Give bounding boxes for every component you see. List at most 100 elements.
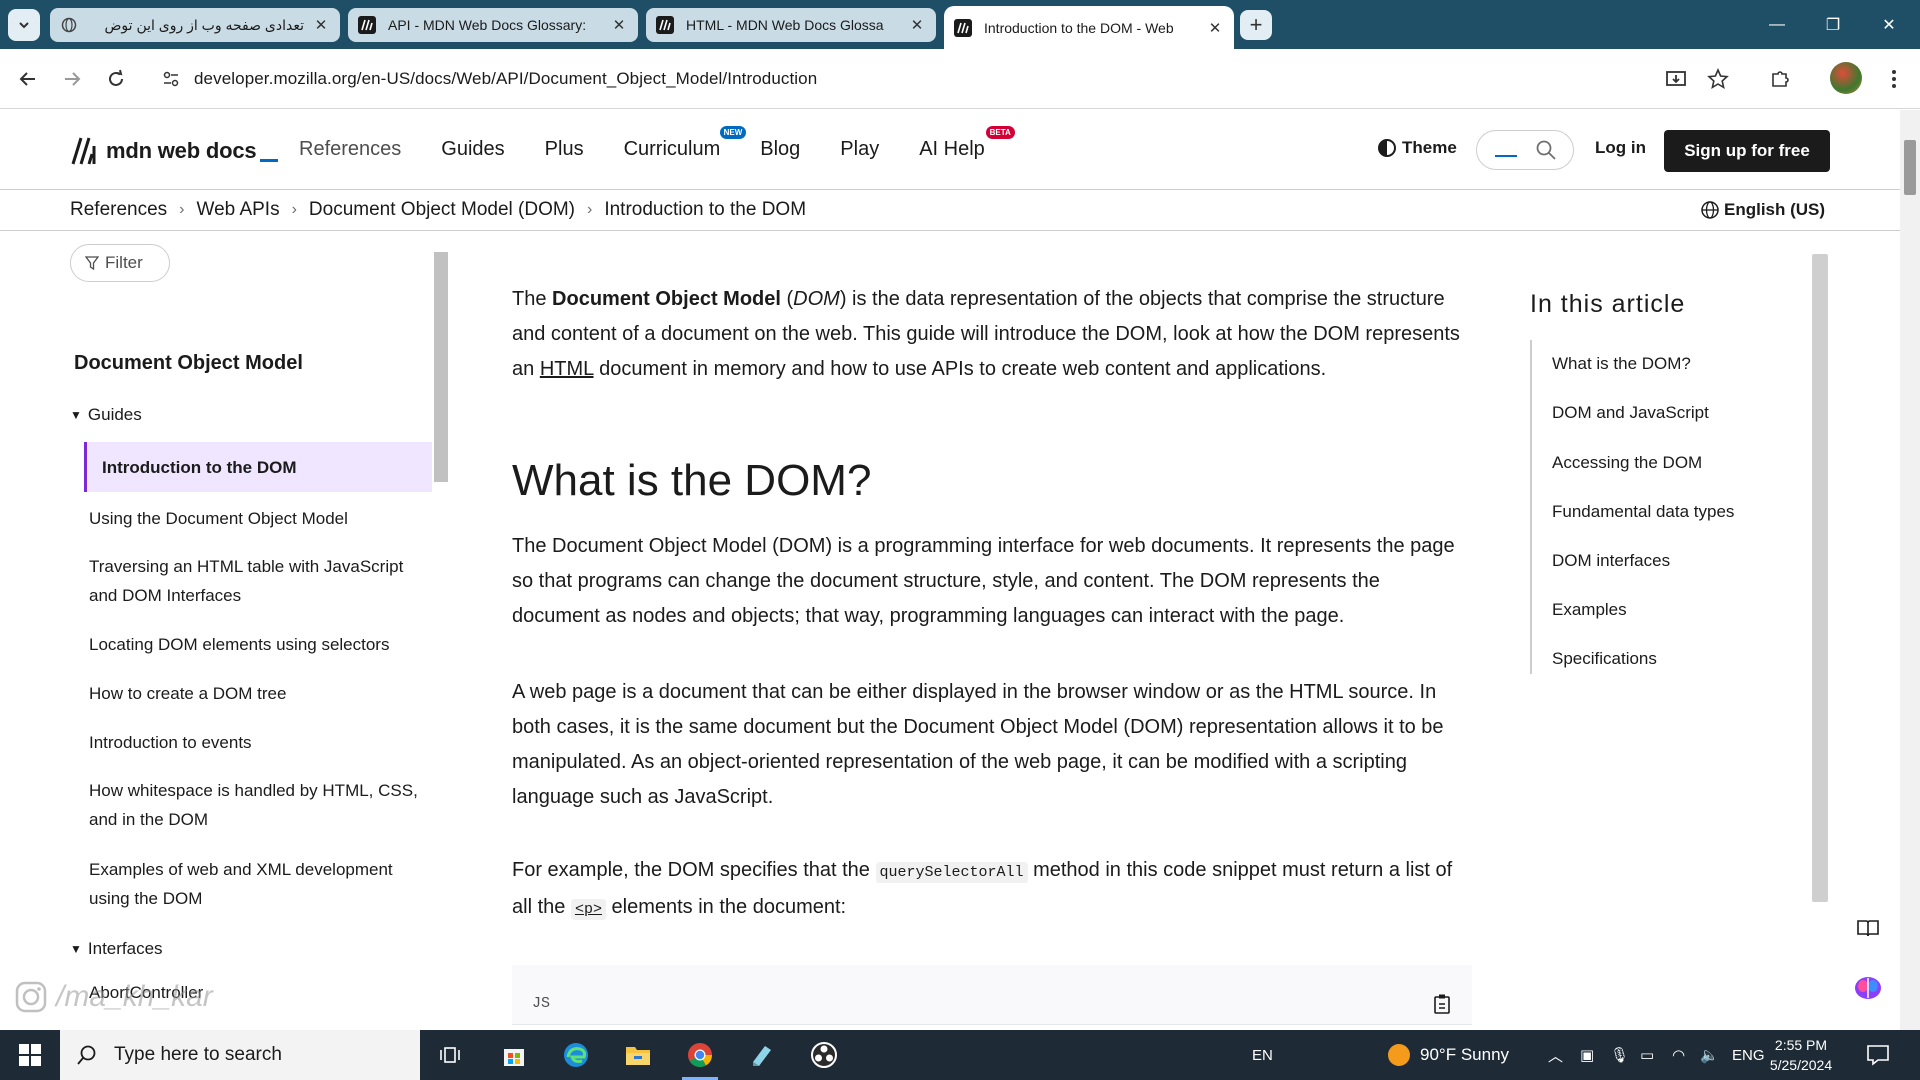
restore-button[interactable]: ❐ <box>1806 0 1860 49</box>
site-search-input[interactable] <box>1476 130 1574 170</box>
tab-search-button[interactable] <box>8 9 40 41</box>
nav-curriculum[interactable]: Curriculum NEW <box>624 126 747 161</box>
mdn-logo-icon <box>71 137 96 165</box>
toc-item[interactable]: DOM interfaces <box>1552 551 1670 571</box>
close-tab-icon[interactable]: ✕ <box>908 16 926 34</box>
sidebar-scroll-thumb[interactable] <box>434 252 448 482</box>
copy-icon[interactable] <box>1432 993 1452 1020</box>
site-info-icon[interactable] <box>158 66 184 92</box>
breadcrumb-item[interactable]: References <box>70 199 167 221</box>
taskbar-chrome[interactable] <box>674 1035 726 1080</box>
taskbar-store[interactable] <box>488 1035 540 1075</box>
browser-menu-button[interactable] <box>1878 63 1910 95</box>
toc-item[interactable]: What is the DOM? <box>1552 354 1691 374</box>
login-link[interactable]: Log in <box>1595 138 1646 158</box>
nav-guides[interactable]: Guides <box>441 138 504 161</box>
address-bar[interactable]: developer.mozilla.org/en-US/docs/Web/API… <box>150 60 1540 98</box>
globe-icon <box>1701 201 1719 219</box>
ai-assistant-button[interactable] <box>1848 968 1888 1008</box>
browser-tab-2[interactable]: API - MDN Web Docs Glossary: ✕ <box>348 8 638 42</box>
nav-play[interactable]: Play <box>840 138 879 161</box>
breadcrumb-item[interactable]: Document Object Model (DOM) <box>309 199 575 221</box>
browser-tab-3[interactable]: HTML - MDN Web Docs Glossa ✕ <box>646 8 936 42</box>
sidebar-item-locating-elements[interactable]: Locating DOM elements using selectors <box>89 630 429 659</box>
taskbar-notes-app[interactable] <box>736 1035 788 1075</box>
html-link[interactable]: HTML <box>540 358 594 380</box>
signup-button[interactable]: Sign up for free <box>1664 130 1830 172</box>
taskbar-obs[interactable] <box>798 1035 850 1075</box>
reload-icon <box>109 69 123 86</box>
profile-avatar[interactable] <box>1830 62 1862 94</box>
sidebar-section-guides[interactable]: ▼ Guides <box>70 405 142 425</box>
code-queryselectorall[interactable]: querySelectorAll <box>875 862 1028 883</box>
language-selector[interactable]: English (US) <box>1700 200 1825 220</box>
nav-blog[interactable]: Blog <box>760 138 800 161</box>
minimize-button[interactable]: — <box>1750 0 1804 49</box>
reload-button[interactable] <box>100 63 132 95</box>
close-tab-icon[interactable]: ✕ <box>610 16 628 34</box>
install-app-button[interactable] <box>1660 63 1692 95</box>
task-view-button[interactable] <box>424 1035 476 1075</box>
brain-icon <box>1855 977 1881 999</box>
taskbar-search[interactable]: Type here to search <box>60 1030 420 1080</box>
new-tab-button[interactable]: + <box>1240 10 1272 40</box>
nav-plus[interactable]: Plus <box>545 138 584 161</box>
sidebar-section-interfaces[interactable]: ▼ Interfaces <box>70 939 163 959</box>
tray-battery[interactable]: ▭ <box>1640 1030 1654 1080</box>
tray-volume[interactable]: 🔈 <box>1700 1030 1719 1080</box>
reader-mode-button[interactable] <box>1848 908 1888 948</box>
tray-network[interactable]: ◠ <box>1672 1030 1685 1080</box>
browser-tab-1[interactable]: تعدادی صفحه وب از روی این توض ✕ <box>50 8 340 42</box>
bookmark-button[interactable] <box>1702 63 1734 95</box>
arrow-left-icon <box>19 72 35 86</box>
sidebar-item-create-dom-tree[interactable]: How to create a DOM tree <box>89 679 429 708</box>
tray-microphone[interactable]: 🎙 <box>1610 1030 1629 1080</box>
forward-button[interactable] <box>56 63 88 95</box>
theme-button[interactable]: Theme <box>1378 138 1457 158</box>
close-window-button[interactable]: ✕ <box>1862 0 1916 49</box>
weather-widget[interactable]: 90°F Sunny <box>1388 1030 1509 1080</box>
sidebar-item-traversing-table[interactable]: Traversing an HTML table with JavaScript… <box>89 552 429 610</box>
breadcrumb-item[interactable]: Introduction to the DOM <box>604 199 806 221</box>
page-scroll-thumb[interactable] <box>1904 140 1916 195</box>
theme-label: Theme <box>1402 138 1457 157</box>
sidebar-item-whitespace[interactable]: How whitespace is handled by HTML, CSS, … <box>89 776 429 834</box>
taskbar-file-explorer[interactable] <box>612 1035 664 1075</box>
show-hidden-icons-button[interactable]: ︿ <box>1548 1030 1563 1080</box>
start-button[interactable] <box>0 1030 60 1080</box>
sidebar-item-examples[interactable]: Examples of web and XML development usin… <box>89 855 429 913</box>
tray-camera[interactable]: ▣ <box>1580 1030 1594 1080</box>
toc-item[interactable]: DOM and JavaScript <box>1552 403 1709 423</box>
toc-item[interactable]: Fundamental data types <box>1552 502 1734 522</box>
sidebar-item-introduction[interactable]: Introduction to the DOM <box>84 442 432 492</box>
close-tab-icon[interactable]: ✕ <box>1206 19 1224 37</box>
browser-tab-4-active[interactable]: Introduction to the DOM - Web ✕ <box>944 6 1234 49</box>
system-clock[interactable]: 2:55 PM 5/25/2024 <box>1756 1035 1846 1075</box>
toc-item[interactable]: Specifications <box>1552 649 1657 669</box>
nav-references[interactable]: References <box>299 138 401 161</box>
minimize-icon: — <box>1769 15 1785 33</box>
close-tab-icon[interactable]: ✕ <box>312 16 330 34</box>
mdn-logo[interactable]: mdn web docs <box>70 136 279 166</box>
clock-time: 2:55 PM <box>1774 1037 1828 1053</box>
language-label: English (US) <box>1724 200 1826 219</box>
back-button[interactable] <box>12 63 44 95</box>
taskbar-edge[interactable] <box>550 1035 602 1075</box>
content-scrollbar[interactable] <box>1812 254 1828 902</box>
keyboard-language[interactable]: EN <box>1252 1030 1273 1080</box>
extensions-button[interactable] <box>1764 63 1796 95</box>
nav-ai-help[interactable]: AI Help BETA <box>919 126 1015 161</box>
page-scrollbar[interactable] <box>1900 110 1920 1030</box>
intro-paragraph: The Document Object Model (DOM) is the d… <box>512 288 1460 380</box>
book-icon <box>1857 920 1879 937</box>
notification-center-button[interactable] <box>1866 1030 1890 1080</box>
paragraph-3: For example, the DOM specifies that the … <box>512 859 1453 920</box>
breadcrumb-item[interactable]: Web APIs <box>197 199 280 221</box>
folder-icon <box>626 1047 650 1065</box>
sidebar-filter-button[interactable]: Filter <box>70 244 170 282</box>
toc-item[interactable]: Examples <box>1552 600 1627 620</box>
code-p-element[interactable]: <p> <box>570 899 606 920</box>
sidebar-item-using-dom[interactable]: Using the Document Object Model <box>89 504 429 533</box>
sidebar-item-intro-events[interactable]: Introduction to events <box>89 728 429 757</box>
toc-item[interactable]: Accessing the DOM <box>1552 453 1702 473</box>
